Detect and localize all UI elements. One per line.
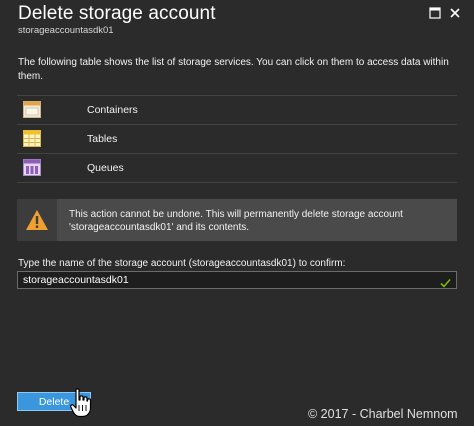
confirm-label: Type the name of the storage account (st… bbox=[18, 258, 346, 269]
warning-icon bbox=[17, 199, 57, 241]
confirm-name-input[interactable]: storageaccountasdk01 bbox=[17, 271, 457, 289]
warning-text: This action cannot be undone. This will … bbox=[69, 209, 403, 233]
service-label-queues: Queues bbox=[87, 162, 124, 174]
service-row-containers[interactable]: Containers bbox=[17, 96, 457, 124]
delete-button-label: Delete bbox=[38, 395, 70, 408]
copyright-watermark: © 2017 - Charbel Nemnom bbox=[308, 407, 458, 421]
maximize-icon[interactable] bbox=[428, 6, 442, 20]
service-label-tables: Tables bbox=[87, 133, 118, 145]
service-row-tables[interactable]: Tables bbox=[17, 125, 457, 153]
delete-storage-account-blade: Delete storage account storageaccountasd… bbox=[0, 0, 474, 426]
description-text: The following table shows the list of st… bbox=[18, 57, 449, 82]
blade-subtitle: storageaccountasdk01 bbox=[18, 25, 114, 36]
hand-pointer-icon bbox=[70, 388, 92, 423]
close-icon[interactable] bbox=[448, 6, 462, 20]
queues-icon bbox=[23, 159, 41, 176]
warning-banner: This action cannot be undone. This will … bbox=[17, 199, 457, 241]
containers-icon bbox=[23, 101, 41, 118]
confirm-input-value: storageaccountasdk01 bbox=[23, 274, 129, 286]
divider bbox=[17, 182, 457, 183]
service-label-containers: Containers bbox=[87, 104, 138, 116]
tables-icon bbox=[23, 130, 41, 147]
check-icon bbox=[440, 275, 451, 293]
blade-title: Delete storage account bbox=[18, 3, 216, 24]
service-row-queues[interactable]: Queues bbox=[17, 154, 457, 182]
